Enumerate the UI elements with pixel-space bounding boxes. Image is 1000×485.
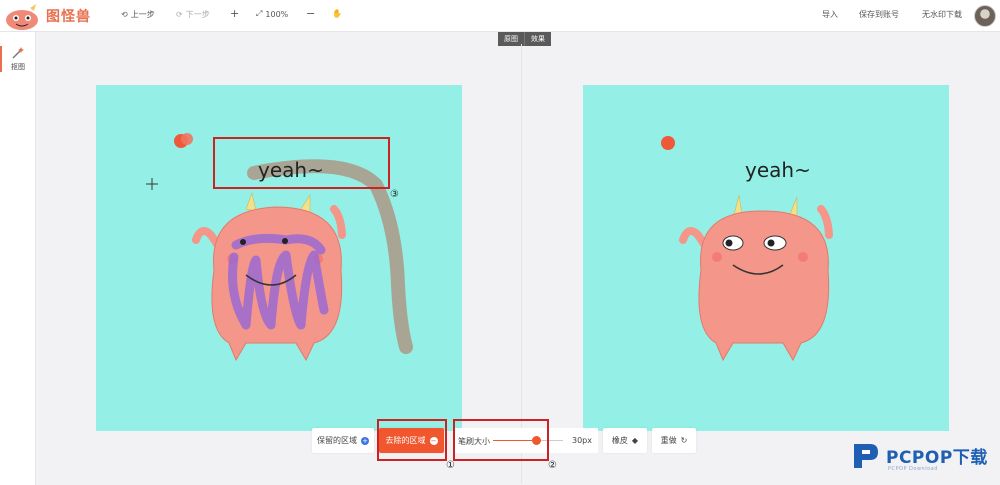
view-toggle: 原图 效果: [498, 32, 551, 46]
save-to-account-label: 保存到账号: [859, 10, 899, 19]
redo-label: 下一步: [185, 10, 210, 19]
watermark: PCPOP下载 PCPOP Download: [850, 440, 988, 472]
sidebar-item-label: 抠图: [11, 63, 25, 71]
sidebar-item-cutout[interactable]: 抠图: [0, 46, 36, 76]
brush-size-label: 笔刷大小: [458, 437, 490, 446]
user-avatar[interactable]: [974, 5, 996, 27]
effect-yeah-text: yeah~: [745, 158, 811, 182]
canvas-divider: [521, 44, 522, 484]
redo-icon: ⟳: [176, 10, 183, 19]
refresh-icon: ↻: [680, 436, 688, 445]
annotation-marker-1: ①: [446, 460, 455, 471]
keep-area-label: 保留的区域: [317, 436, 357, 445]
save-to-account-button[interactable]: 保存到账号: [859, 9, 899, 20]
zoom-out-button[interactable]: −: [306, 7, 315, 20]
minus-icon: −: [306, 7, 316, 20]
tab-effect[interactable]: 效果: [524, 32, 551, 46]
zoom-fit-button[interactable]: ⤢ 100%: [256, 9, 288, 19]
undo-label: 上一步: [130, 10, 155, 19]
remove-area-label: 去除的区域: [385, 436, 426, 445]
zoom-in-button[interactable]: +: [230, 7, 239, 20]
eraser-button[interactable]: 橡皮 ◆: [603, 428, 647, 453]
brush-size-value: 30px: [572, 436, 592, 445]
magic-wand-icon: [12, 47, 24, 59]
eraser-label: 橡皮: [611, 436, 628, 445]
zoom-level: 100%: [265, 9, 289, 19]
plus-circle-icon: +: [361, 436, 369, 445]
keep-area-button[interactable]: 保留的区域 +: [312, 428, 374, 453]
brush-size-thumb[interactable]: [531, 436, 541, 445]
redo-all-button[interactable]: 重做 ↻: [652, 428, 696, 453]
editing-canvas[interactable]: yeah~: [96, 85, 462, 431]
watermark-sub: PCPOP Download: [888, 466, 938, 472]
effect-image: yeah~: [661, 136, 833, 362]
download-label: 无水印下载: [922, 10, 962, 19]
top-toolbar: 图怪兽 ⟲ 上一步 ⟳ 下一步 + ⤢ 100% − ✋ 导入 保存到账号 无水…: [0, 0, 1000, 32]
import-button[interactable]: 导入: [822, 9, 838, 20]
brush-size-fill: [493, 440, 537, 441]
pcpop-logo-icon: [854, 444, 878, 468]
hand-icon: ✋: [332, 9, 342, 18]
brush-size-control: 笔刷大小 30px: [453, 428, 598, 453]
app-logo[interactable]: 图怪兽: [4, 2, 91, 30]
download-button[interactable]: 无水印下载: [922, 9, 962, 20]
effect-canvas: yeah~: [583, 85, 949, 431]
annotation-marker-2: ②: [548, 460, 557, 471]
annotation-marker-3: ③: [390, 189, 399, 200]
redo-all-label: 重做: [660, 436, 677, 445]
eraser-icon: ◆: [631, 436, 639, 445]
redo-button[interactable]: ⟳ 下一步: [176, 9, 210, 20]
import-label: 导入: [822, 10, 838, 19]
left-sidebar: 抠图: [0, 32, 36, 485]
plus-icon: +: [230, 7, 240, 20]
editing-image: yeah~: [146, 133, 413, 362]
watermark-brand: PCPOP下载: [886, 447, 988, 468]
canvas-yeah-text: yeah~: [258, 158, 324, 182]
undo-icon: ⟲: [121, 10, 128, 19]
fit-screen-icon: ⤢: [256, 9, 263, 18]
minus-circle-icon: −: [429, 436, 438, 445]
monster-logo-icon: [6, 4, 38, 30]
remove-area-button[interactable]: 去除的区域 −: [379, 428, 444, 453]
undo-button[interactable]: ⟲ 上一步: [121, 9, 155, 20]
logo-text: 图怪兽: [46, 9, 91, 25]
hand-tool-button[interactable]: ✋: [332, 9, 342, 18]
